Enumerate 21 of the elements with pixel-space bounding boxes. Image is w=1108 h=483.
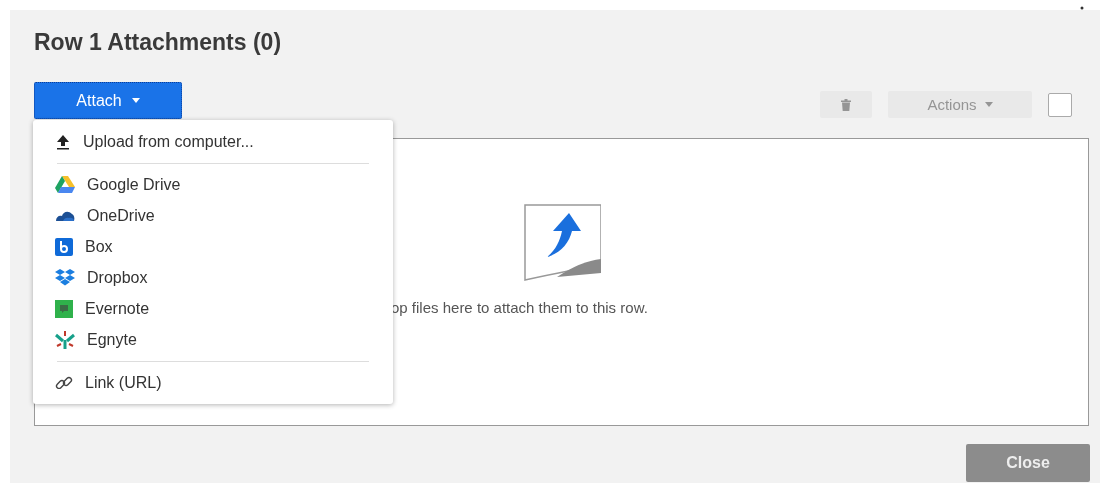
menu-item[interactable]: Box	[33, 231, 393, 262]
dialog-title: Row 1 Attachments (0)	[34, 28, 282, 57]
menu-item[interactable]: Link (URL)	[33, 367, 393, 398]
upload-document-icon	[523, 203, 601, 283]
menu-item[interactable]: Egnyte	[33, 324, 393, 355]
upload-icon	[55, 133, 71, 150]
attach-button[interactable]: Attach	[34, 82, 182, 119]
note-icon	[55, 299, 73, 318]
menu-item[interactable]: Evernote	[33, 293, 393, 324]
caret-icon	[984, 102, 993, 107]
asterisk-icon	[55, 330, 75, 349]
caret-icon	[131, 98, 140, 103]
select-all-checkbox[interactable]	[1048, 92, 1072, 117]
triangle-drive-icon	[55, 176, 75, 193]
letter-b-icon	[55, 237, 73, 256]
menu-item[interactable]: OneDrive	[33, 200, 393, 231]
menu-item[interactable]: Dropbox	[33, 262, 393, 293]
trash-icon	[841, 98, 851, 111]
dropbox-icon	[55, 269, 75, 286]
cloud-icon	[55, 209, 75, 222]
menu-item[interactable]: Google Drive	[33, 169, 393, 200]
